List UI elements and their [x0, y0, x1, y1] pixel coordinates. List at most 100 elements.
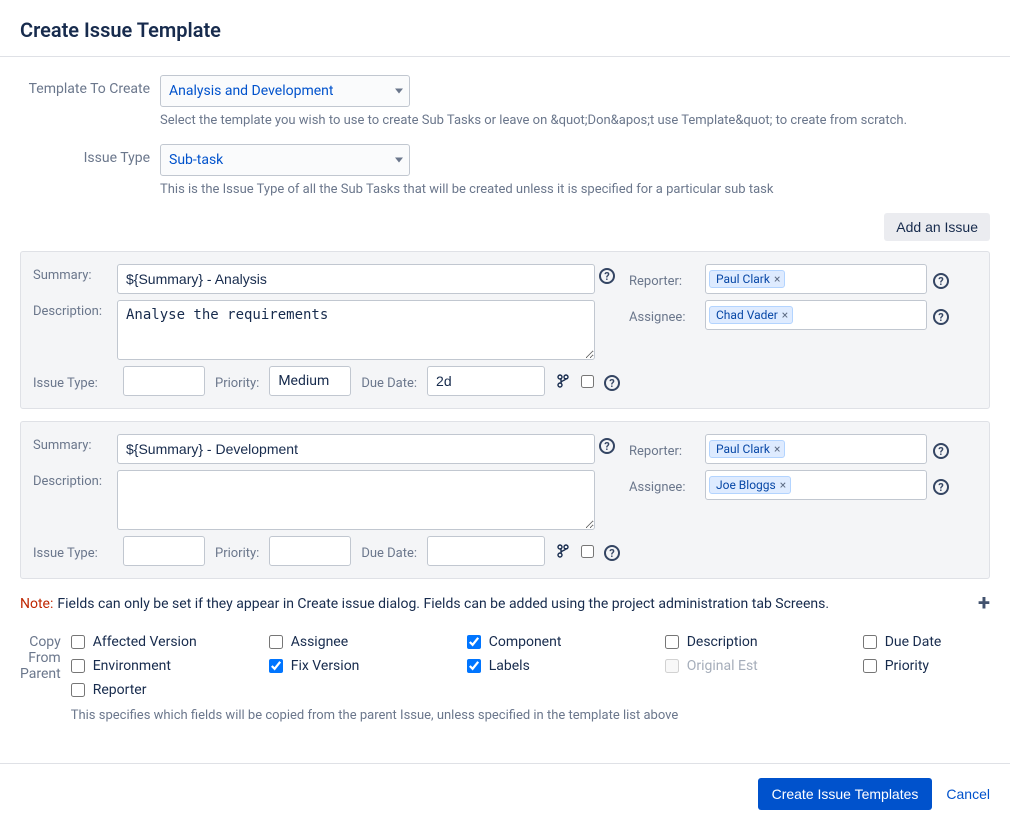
issuetype-select[interactable]: Sub-task: [160, 144, 410, 176]
copy-checkbox-item[interactable]: Assignee: [269, 634, 409, 650]
create-button[interactable]: Create Issue Templates: [758, 778, 933, 810]
help-icon[interactable]: ?: [933, 443, 949, 459]
cancel-button[interactable]: Cancel: [946, 786, 990, 802]
copy-checkbox-label: Environment: [93, 658, 171, 674]
copy-checkbox-label: Due Date: [885, 634, 942, 650]
description-input[interactable]: [117, 470, 595, 530]
add-issue-button[interactable]: Add an Issue: [884, 213, 990, 241]
copy-checkbox-label: Labels: [489, 658, 530, 674]
assignee-tag: Joe Bloggs ×: [709, 476, 791, 494]
copy-checkbox-label: Reporter: [93, 682, 147, 698]
copy-checkbox: [665, 659, 679, 673]
copy-checkbox[interactable]: [665, 635, 679, 649]
duedate-input[interactable]: [427, 536, 545, 566]
copy-section: Copy From Parent Affected Version Assigne…: [20, 634, 990, 723]
copy-checkbox-item[interactable]: Fix Version: [269, 658, 409, 674]
template-label: Template To Create: [20, 75, 160, 97]
copy-checkbox-item[interactable]: Labels: [467, 658, 607, 674]
summary-label: Summary:: [33, 434, 113, 464]
reporter-tag: Paul Clark ×: [709, 440, 785, 458]
chevron-down-icon: [395, 158, 403, 163]
copy-checkbox-item[interactable]: Affected Version: [71, 634, 211, 650]
copy-checkbox[interactable]: [467, 659, 481, 673]
copy-checkbox-item[interactable]: Description: [665, 634, 805, 650]
copy-checkbox[interactable]: [863, 659, 877, 673]
branch-icon[interactable]: [555, 543, 571, 559]
assignee-label: Assignee:: [629, 476, 699, 495]
duedate-label: Due Date:: [361, 542, 417, 561]
note-text: Fields can only be set if they appear in…: [57, 596, 829, 612]
help-icon[interactable]: ?: [933, 309, 949, 325]
priority-select[interactable]: [269, 536, 351, 566]
issue-checkbox[interactable]: [581, 545, 594, 558]
help-icon[interactable]: ?: [599, 438, 615, 454]
reporter-field[interactable]: Paul Clark ×: [705, 264, 927, 294]
copy-checkbox[interactable]: [71, 635, 85, 649]
copy-checkbox-label: Description: [687, 634, 758, 650]
branch-icon[interactable]: [555, 373, 571, 389]
assignee-field[interactable]: Joe Bloggs ×: [705, 470, 927, 500]
remove-icon[interactable]: ×: [782, 308, 788, 322]
copy-checkbox-item: Original Est: [665, 658, 805, 674]
copy-checkbox[interactable]: [269, 659, 283, 673]
dialog-header: Create Issue Template: [0, 0, 1010, 57]
summary-label: Summary:: [33, 264, 113, 294]
copy-checkbox-label: Priority: [885, 658, 929, 674]
subissuetype-label: Issue Type:: [33, 372, 113, 391]
reporter-field[interactable]: Paul Clark ×: [705, 434, 927, 464]
help-icon[interactable]: ?: [933, 479, 949, 495]
summary-input[interactable]: [117, 264, 595, 294]
copy-checkbox-item[interactable]: Priority: [863, 658, 1003, 674]
dialog-content: Template To Create Analysis and Developm…: [0, 57, 1010, 733]
template-select-value: Analysis and Development: [169, 83, 333, 99]
remove-icon[interactable]: ×: [780, 478, 786, 492]
chevron-down-icon: [395, 89, 403, 94]
copy-checkbox-item[interactable]: Due Date: [863, 634, 1003, 650]
subissuetype-select[interactable]: [123, 536, 205, 566]
copy-checkbox-item[interactable]: Environment: [71, 658, 211, 674]
description-label: Description:: [33, 470, 113, 530]
copy-checkbox[interactable]: [467, 635, 481, 649]
copy-checkbox-label: Component: [489, 634, 562, 650]
subissuetype-select[interactable]: [123, 366, 205, 396]
description-label: Description:: [33, 300, 113, 360]
remove-icon[interactable]: ×: [774, 442, 780, 456]
assignee-field[interactable]: Chad Vader ×: [705, 300, 927, 330]
issue-checkbox[interactable]: [581, 375, 594, 388]
reporter-label: Reporter:: [629, 270, 699, 289]
dialog-title: Create Issue Template: [20, 18, 990, 42]
copy-label: Copy From Parent: [20, 634, 71, 723]
issuetype-hint: This is the Issue Type of all the Sub Ta…: [160, 182, 990, 197]
help-icon[interactable]: ?: [604, 545, 620, 561]
assignee-label: Assignee:: [629, 306, 699, 325]
priority-select[interactable]: Medium: [269, 366, 351, 396]
dialog-footer: Create Issue Templates Cancel: [0, 763, 1010, 824]
priority-label: Priority:: [215, 372, 259, 391]
copy-checkbox[interactable]: [863, 635, 877, 649]
copy-checkbox-item[interactable]: Component: [467, 634, 607, 650]
duedate-input[interactable]: [427, 366, 545, 396]
copy-checkbox[interactable]: [71, 683, 85, 697]
subissuetype-label: Issue Type:: [33, 542, 113, 561]
copy-checkbox[interactable]: [269, 635, 283, 649]
copy-checkbox-item[interactable]: Reporter: [71, 682, 211, 698]
copy-checkbox-label: Affected Version: [93, 634, 197, 650]
help-icon[interactable]: ?: [599, 268, 615, 284]
help-icon[interactable]: ?: [604, 375, 620, 391]
note-line: Note: Fields can only be set if they app…: [20, 591, 990, 616]
duedate-label: Due Date:: [361, 372, 417, 391]
help-icon[interactable]: ?: [933, 273, 949, 289]
reporter-label: Reporter:: [629, 440, 699, 459]
add-icon[interactable]: +: [978, 591, 990, 616]
template-select[interactable]: Analysis and Development: [160, 75, 410, 107]
summary-input[interactable]: [117, 434, 595, 464]
priority-label: Priority:: [215, 542, 259, 561]
description-input[interactable]: [117, 300, 595, 360]
issuetype-select-value: Sub-task: [169, 152, 223, 168]
copy-hint: This specifies which fields will be copi…: [71, 708, 1003, 723]
copy-checkbox-label: Original Est: [687, 658, 758, 674]
reporter-tag: Paul Clark ×: [709, 270, 785, 288]
remove-icon[interactable]: ×: [774, 272, 780, 286]
copy-checkbox-label: Fix Version: [291, 658, 360, 674]
copy-checkbox[interactable]: [71, 659, 85, 673]
